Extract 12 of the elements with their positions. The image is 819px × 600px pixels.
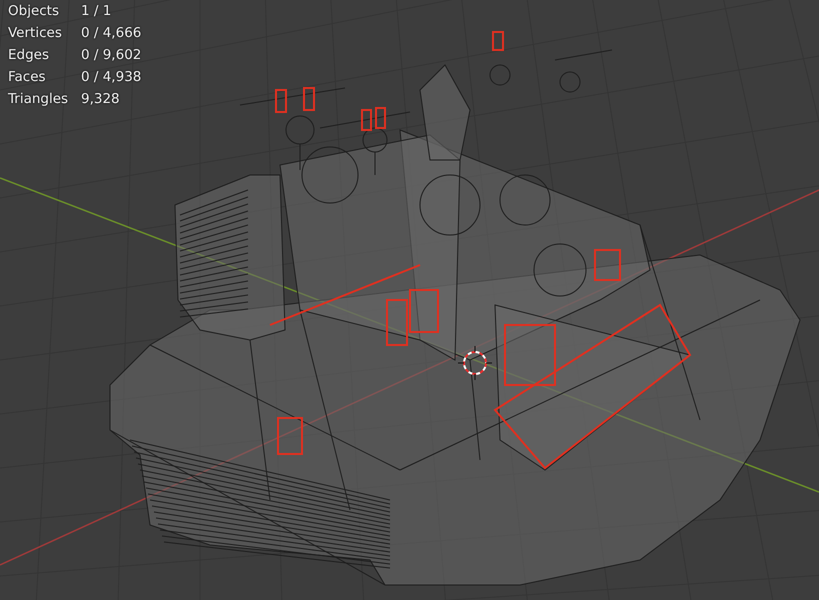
stat-value: 0 / 4,938 <box>81 68 142 87</box>
stat-label: Faces <box>8 68 47 87</box>
stat-label: Objects <box>8 2 60 21</box>
stat-value: 1 / 1 <box>81 2 112 21</box>
stat-label: Edges <box>8 46 50 65</box>
stat-value: 0 / 4,666 <box>81 24 142 43</box>
stat-label: Triangles <box>8 90 70 109</box>
stat-value: 0 / 9,602 <box>81 46 142 65</box>
3d-cursor-icon[interactable] <box>458 346 492 380</box>
3d-viewport[interactable]: Objects 1 / 1 Vertices 0 / 4,666 Edges 0 / 9,602 Faces 0 / 4,938 Triangles 9,328 <box>0 0 819 600</box>
stat-label: Vertices <box>8 24 63 43</box>
stat-value: 9,328 <box>81 90 121 109</box>
